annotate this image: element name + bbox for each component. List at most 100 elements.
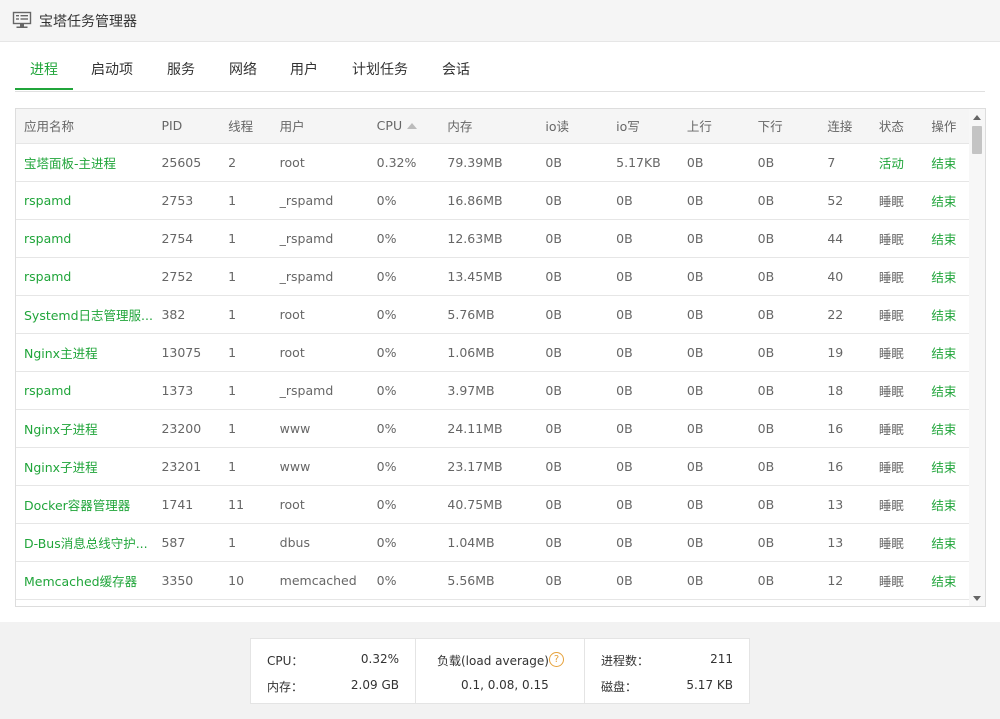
cell-connections: 18	[819, 371, 871, 410]
disk-value: 5.17 KB	[686, 678, 733, 692]
process-name-link[interactable]: rspamd	[24, 269, 71, 284]
cell-pid: 13075	[153, 333, 221, 372]
end-process-button[interactable]: 结束	[931, 574, 956, 589]
column-header-memory[interactable]: 内存	[439, 109, 538, 144]
cell-cpu: 0%	[368, 409, 440, 448]
end-process-button[interactable]: 结束	[931, 384, 956, 399]
cell-user: www	[271, 409, 369, 448]
process-name-link[interactable]: rspamd	[24, 383, 71, 398]
process-name-link[interactable]: 宝塔面板-主进程	[24, 156, 116, 171]
cell-pid: 1373	[153, 371, 221, 410]
cell-process-name: rspamd	[16, 257, 154, 296]
process-name-link[interactable]: Nginx主进程	[24, 346, 98, 361]
window-title: 宝塔任务管理器	[39, 14, 137, 30]
cell-status: 睡眠	[870, 447, 924, 486]
process-table: 应用名称 PID 线程 用户 CPU 内存 io读 io写 上行 下行 连接 状…	[16, 109, 969, 600]
tab-network[interactable]: 网络	[229, 59, 257, 79]
sort-asc-icon[interactable]	[407, 122, 418, 129]
cell-threads: 2	[220, 143, 272, 182]
vertical-scrollbar[interactable]	[969, 109, 985, 606]
cell-action: 结束	[923, 409, 969, 448]
scrollbar-thumb[interactable]	[972, 126, 982, 154]
process-name-link[interactable]: rspamd	[24, 193, 71, 208]
cell-process-name: rspamd	[16, 371, 154, 410]
end-process-button[interactable]: 结束	[931, 536, 956, 551]
cell-threads: 1	[220, 409, 272, 448]
column-header-name[interactable]: 应用名称	[16, 109, 154, 144]
cell-pid: 2752	[153, 257, 221, 296]
end-process-button[interactable]: 结束	[931, 498, 956, 513]
table-row: Systemd日志管理服... 382 1 root 0% 5.76MB 0B 0B 0B 0B 2…	[16, 295, 969, 334]
cell-connections: 19	[819, 333, 871, 372]
tab-processes[interactable]: 进程	[30, 59, 58, 79]
cell-cpu: 0%	[368, 447, 440, 486]
cell-action: 结束	[923, 485, 969, 524]
tab-scheduled-tasks[interactable]: 计划任务	[352, 59, 408, 79]
tab-users[interactable]: 用户	[290, 59, 318, 79]
cell-io-write: 0B	[608, 409, 679, 448]
end-process-button[interactable]: 结束	[931, 346, 956, 361]
end-process-button[interactable]: 结束	[931, 194, 956, 209]
cell-threads: 11	[220, 485, 272, 524]
cpu-value: 0.32%	[360, 652, 399, 666]
cell-connections: 7	[819, 143, 871, 182]
end-process-button[interactable]: 结束	[931, 270, 956, 285]
cell-memory: 5.56MB	[439, 561, 538, 600]
end-process-button[interactable]: 结束	[931, 308, 956, 323]
scroll-down-arrow-icon[interactable]	[973, 596, 981, 601]
cell-pid: 3350	[153, 561, 221, 600]
stats-divider	[584, 639, 585, 703]
cell-io-write: 0B	[608, 181, 679, 220]
tab-sessions[interactable]: 会话	[442, 59, 470, 79]
cell-upload: 0B	[678, 333, 750, 372]
cell-status: 睡眠	[870, 523, 924, 562]
tab-startup[interactable]: 启动项	[91, 59, 133, 79]
end-process-button[interactable]: 结束	[931, 422, 956, 437]
question-circle-icon[interactable]: ?	[549, 652, 564, 667]
cell-io-write: 0B	[608, 561, 679, 600]
scroll-up-arrow-icon[interactable]	[973, 115, 981, 120]
process-name-link[interactable]: Memcached缓存器	[24, 574, 137, 589]
column-header-connections[interactable]: 连接	[819, 109, 871, 144]
cell-pid: 23200	[153, 409, 221, 448]
column-header-io-write[interactable]: io写	[608, 109, 679, 144]
cell-io-read: 0B	[537, 257, 609, 296]
column-header-user[interactable]: 用户	[271, 109, 369, 144]
column-header-cpu-label: CPU	[376, 118, 403, 134]
cell-action: 结束	[923, 523, 969, 562]
process-name-link[interactable]: D-Bus消息总线守护...	[24, 536, 148, 551]
column-header-upload[interactable]: 上行	[678, 109, 750, 144]
column-header-download[interactable]: 下行	[749, 109, 820, 144]
process-name-link[interactable]: Docker容器管理器	[24, 498, 130, 513]
cell-cpu: 0%	[368, 295, 440, 334]
column-header-cpu[interactable]: CPU	[368, 109, 440, 144]
process-name-link[interactable]: rspamd	[24, 231, 71, 246]
tab-services[interactable]: 服务	[167, 59, 195, 79]
cell-io-read: 0B	[537, 409, 609, 448]
column-header-pid[interactable]: PID	[153, 109, 221, 144]
table-row: Memcached缓存器 3350 10 memcached 0% 5.56MB 0B 0B 0…	[16, 561, 969, 600]
cell-download: 0B	[749, 333, 820, 372]
cell-upload: 0B	[678, 409, 750, 448]
cell-user: _rspamd	[271, 371, 369, 410]
cell-memory: 3.97MB	[439, 371, 538, 410]
table-row: Nginx子进程 23201 1 www 0% 23.17MB 0B 0B 0B 0B 16 睡眠 结束	[16, 447, 969, 486]
process-name-link[interactable]: Nginx子进程	[24, 460, 98, 475]
cell-memory: 79.39MB	[439, 143, 538, 182]
column-header-io-read[interactable]: io读	[537, 109, 609, 144]
cell-user: _rspamd	[271, 257, 369, 296]
end-process-button[interactable]: 结束	[931, 232, 956, 247]
end-process-button[interactable]: 结束	[931, 460, 956, 475]
cell-io-write: 0B	[608, 371, 679, 410]
title-bar: 宝塔任务管理器	[0, 0, 1000, 42]
cell-memory: 5.76MB	[439, 295, 538, 334]
column-header-threads[interactable]: 线程	[220, 109, 272, 144]
process-name-link[interactable]: Nginx子进程	[24, 422, 98, 437]
cell-connections: 52	[819, 181, 871, 220]
cell-io-write: 0B	[608, 257, 679, 296]
process-name-link[interactable]: Systemd日志管理服...	[24, 308, 153, 323]
end-process-button[interactable]: 结束	[931, 156, 956, 171]
cell-status: 睡眠	[870, 181, 924, 220]
main-panel: 进程 启动项 服务 网络 用户 计划任务 会话 应用名称 PID 线程 用户 C…	[0, 42, 1000, 622]
cell-memory: 1.06MB	[439, 333, 538, 372]
